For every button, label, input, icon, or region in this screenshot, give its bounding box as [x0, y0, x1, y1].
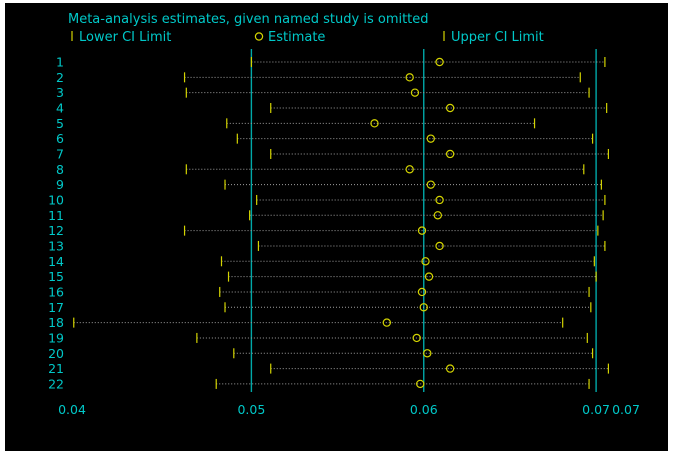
- study-label: 18: [48, 315, 64, 330]
- study-label: 8: [56, 162, 64, 177]
- study-label: 10: [48, 192, 64, 207]
- study-label: 16: [48, 284, 64, 299]
- study-row-8: 8: [56, 162, 585, 177]
- study-label: 2: [56, 70, 64, 85]
- study-row-10: 10: [48, 192, 606, 207]
- study-row-18: 18: [48, 315, 564, 330]
- study-row-17: 17: [48, 300, 592, 315]
- study-row-20: 20: [48, 346, 594, 361]
- study-row-9: 9: [56, 177, 602, 192]
- legend: Lower CI Limit Estimate Upper CI Limit: [71, 30, 544, 45]
- study-row-12: 12: [48, 223, 599, 238]
- study-label: 21: [48, 361, 64, 376]
- study-row-13: 13: [48, 238, 606, 253]
- study-row-5: 5: [56, 116, 536, 131]
- study-label: 1: [56, 55, 64, 70]
- estimate-marker: [445, 364, 455, 373]
- estimate-marker: [426, 180, 435, 189]
- study-label: 19: [48, 330, 64, 345]
- x-tick-label: 0.07: [582, 402, 610, 417]
- estimate-marker: [424, 272, 434, 281]
- study-label: 13: [48, 238, 64, 253]
- x-tick-label: 0.07: [612, 402, 640, 417]
- chart-title: Meta-analysis estimates, given named stu…: [68, 12, 429, 27]
- study-rows: 12345678910111213141516171819202122: [48, 55, 610, 391]
- study-row-7: 7: [56, 146, 610, 161]
- study-row-16: 16: [48, 284, 590, 299]
- study-label: 6: [56, 131, 64, 146]
- study-label: 4: [56, 100, 64, 115]
- estimate-marker: [435, 57, 444, 67]
- study-label: 17: [48, 300, 64, 315]
- study-label: 20: [48, 346, 64, 361]
- study-label: 14: [48, 254, 64, 269]
- study-row-11: 11: [48, 208, 604, 223]
- study-label: 15: [48, 269, 64, 284]
- study-label: 9: [56, 177, 64, 192]
- legend-upper-label: Upper CI Limit: [451, 30, 544, 45]
- study-label: 11: [48, 208, 64, 223]
- study-row-19: 19: [48, 330, 588, 345]
- study-row-1: 1: [56, 55, 606, 70]
- study-row-14: 14: [48, 254, 595, 269]
- study-row-21: 21: [48, 361, 610, 376]
- estimate-marker: [445, 149, 455, 159]
- study-row-15: 15: [48, 269, 597, 284]
- study-label: 5: [56, 116, 64, 131]
- forest-plot: Meta-analysis estimates, given named stu…: [48, 12, 640, 417]
- legend-estimate-label: Estimate: [268, 30, 325, 45]
- study-row-3: 3: [56, 85, 590, 100]
- study-row-22: 22: [48, 376, 590, 391]
- study-label: 3: [56, 85, 64, 100]
- x-tick-label: 0.04: [58, 402, 86, 417]
- x-tick-label: 0.06: [410, 402, 438, 417]
- study-label: 7: [56, 146, 64, 161]
- x-axis-ticks: 0.04 0.05 0.06 0.07 0.07: [58, 402, 640, 417]
- study-label: 12: [48, 223, 64, 238]
- reference-lines: [250, 49, 597, 392]
- estimate-marker: [445, 103, 455, 113]
- x-tick-label: 0.05: [237, 402, 265, 417]
- legend-estimate-marker: [254, 32, 264, 41]
- study-label: 22: [48, 376, 64, 391]
- study-row-4: 4: [56, 100, 608, 115]
- legend-lower-label: Lower CI Limit: [79, 30, 171, 45]
- estimate-marker: [433, 211, 443, 220]
- study-row-6: 6: [56, 131, 594, 146]
- study-row-2: 2: [56, 70, 581, 85]
